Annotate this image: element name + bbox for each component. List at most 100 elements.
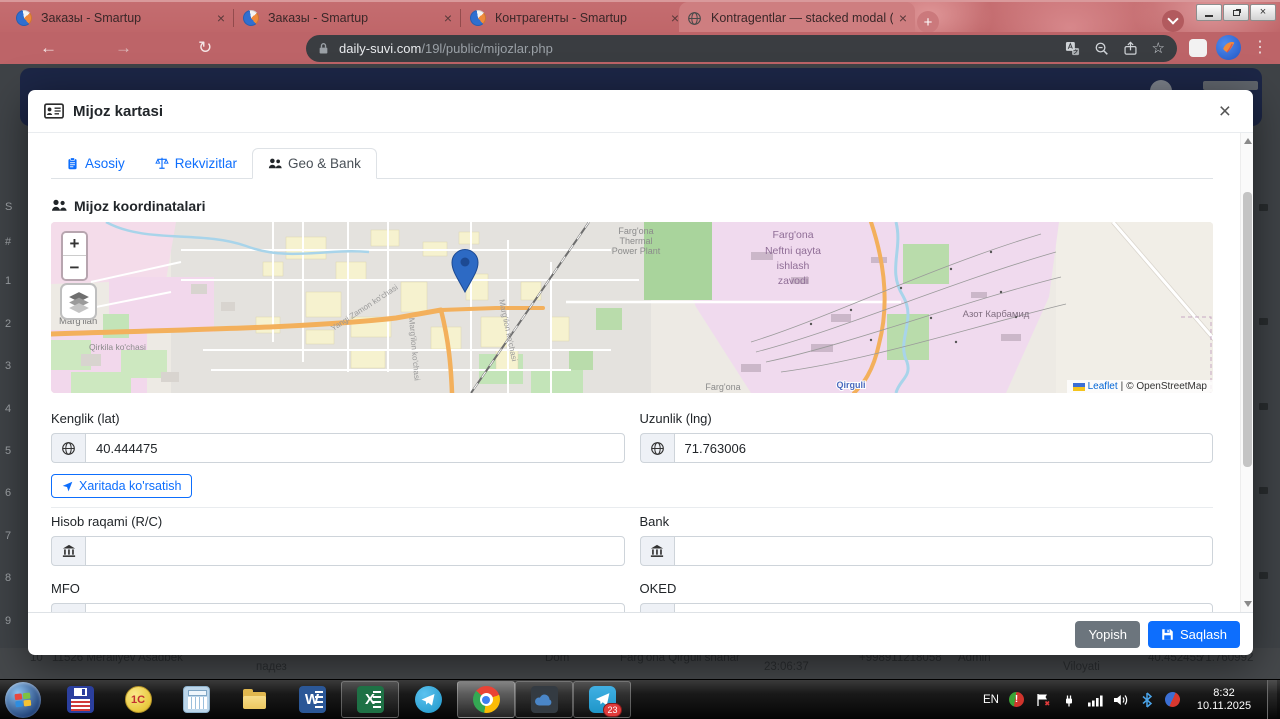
taskbar-telegram[interactable] xyxy=(399,680,457,719)
tab-separator xyxy=(233,9,234,27)
bank-icon xyxy=(639,603,674,612)
bank-input[interactable] xyxy=(673,536,1213,566)
svg-text:Farg'ona: Farg'ona xyxy=(618,226,653,236)
url-bar[interactable]: daily-suvi.com/19l/public/mijozlar.php ☆ xyxy=(306,35,1177,62)
taskbar-cloud-app[interactable] xyxy=(515,681,573,718)
leaflet-map[interactable]: Farg'ona Thermal Power Plant Farg'ona Ne… xyxy=(51,222,1213,393)
tab-close-icon[interactable]: × xyxy=(217,11,225,25)
tab-zakazy-2[interactable]: Заказы - Smartup × xyxy=(235,2,460,34)
map-users-icon xyxy=(51,198,67,214)
volume-icon[interactable] xyxy=(1112,691,1129,708)
show-desktop-button[interactable] xyxy=(1267,679,1277,719)
tab-title: Заказы - Smartup xyxy=(268,11,369,25)
show-on-map-label: Xaritada ko'rsatish xyxy=(79,479,182,493)
tab-close-icon[interactable]: × xyxy=(671,11,679,25)
modal-title: Mijoz kartasi xyxy=(73,102,164,120)
id-card-icon xyxy=(44,103,64,119)
taskbar-calculator[interactable] xyxy=(167,680,225,719)
globe-favicon xyxy=(687,11,702,26)
modal-header: Mijoz kartasi × xyxy=(28,90,1253,133)
url-domain: daily-suvi.com xyxy=(339,41,422,56)
close-button[interactable]: Yopish xyxy=(1075,620,1141,648)
translate-icon[interactable] xyxy=(1065,41,1080,56)
bank-icon xyxy=(51,536,85,566)
new-tab-button[interactable]: + xyxy=(917,11,939,33)
lat-label: Kenglik (lat) xyxy=(51,411,120,426)
alert-icon: ! xyxy=(1009,692,1024,707)
reload-icon[interactable]: ↻ xyxy=(198,37,212,59)
bg-col-label: S xyxy=(5,201,13,213)
profile-avatar[interactable] xyxy=(1216,35,1241,60)
taskbar-excel[interactable]: X xyxy=(341,681,399,718)
lock-icon xyxy=(318,42,329,55)
window-close-button[interactable]: × xyxy=(1250,4,1276,21)
taskbar-telegram-desktop[interactable]: 23 xyxy=(573,681,631,718)
mijoz-kartasi-modal: Mijoz kartasi × Asosiy Rekvizitlar Geo &… xyxy=(28,90,1253,655)
mfo-input[interactable] xyxy=(85,603,625,612)
map-tiles: Farg'ona Thermal Power Plant Farg'ona Ne… xyxy=(51,222,1213,393)
mfo-label: MFO xyxy=(51,581,80,596)
show-on-map-button[interactable]: Xaritada ko'rsatish xyxy=(51,474,193,498)
bg-row-number: 1 xyxy=(5,275,12,287)
zoom-out-button[interactable]: − xyxy=(63,256,86,279)
tab-rekvizitlar[interactable]: Rekvizitlar xyxy=(140,148,252,178)
network-signal-icon[interactable] xyxy=(1086,691,1103,708)
action-center-flag-icon[interactable] xyxy=(1034,691,1051,708)
form-divider xyxy=(51,507,1213,508)
back-icon[interactable]: ← xyxy=(40,37,57,59)
svg-text:zavodi: zavodi xyxy=(778,275,808,287)
map-layers-button[interactable] xyxy=(60,283,97,320)
tab-close-icon[interactable]: × xyxy=(899,11,907,25)
extension-button[interactable] xyxy=(1189,39,1207,57)
bluetooth-icon[interactable] xyxy=(1138,691,1155,708)
account-input[interactable] xyxy=(85,536,625,566)
zoom-in-button[interactable]: + xyxy=(63,233,86,256)
start-button[interactable] xyxy=(5,681,41,718)
modal-scrollbar[interactable] xyxy=(1240,133,1253,612)
tab-close-icon[interactable]: × xyxy=(444,11,452,25)
background-toolbar-item xyxy=(1203,81,1258,90)
tab-kontragenty[interactable]: Контрагенты - Smartup × xyxy=(462,2,687,34)
tab-search-button[interactable] xyxy=(1162,10,1184,32)
forward-icon[interactable]: → xyxy=(115,37,132,59)
zoom-page-icon[interactable] xyxy=(1094,41,1109,56)
antivirus-tray-icon[interactable]: ! xyxy=(1008,691,1025,708)
scroll-down-icon[interactable] xyxy=(1244,601,1252,607)
smartup-favicon xyxy=(470,10,486,26)
tab-asosiy[interactable]: Asosiy xyxy=(51,148,140,178)
window-minimize-button[interactable] xyxy=(1196,4,1222,21)
bookmark-star-icon[interactable]: ☆ xyxy=(1152,39,1165,57)
taskbar-word[interactable]: W xyxy=(283,680,341,719)
taskbar-floppy-app[interactable] xyxy=(51,680,109,719)
power-plug-icon[interactable] xyxy=(1060,691,1077,708)
lat-input[interactable] xyxy=(85,433,625,463)
url-text[interactable]: daily-suvi.com/19l/public/mijozlar.php xyxy=(339,41,553,56)
window-restore-button[interactable] xyxy=(1223,4,1249,21)
tab-geo-bank[interactable]: Geo & Bank xyxy=(252,148,377,179)
tray-app-icon[interactable] xyxy=(1162,689,1183,710)
modal-tab-bar: Asosiy Rekvizitlar Geo & Bank xyxy=(51,148,1213,179)
taskbar-clock[interactable]: 8:32 10.11.2025 xyxy=(1190,687,1258,713)
language-indicator[interactable]: EN xyxy=(983,694,999,706)
oked-input[interactable] xyxy=(673,603,1213,612)
save-button[interactable]: Saqlash xyxy=(1148,620,1240,648)
taskbar-chrome[interactable] xyxy=(457,681,515,718)
leaflet-link[interactable]: Leaflet xyxy=(1088,381,1118,392)
lng-input[interactable] xyxy=(673,433,1213,463)
tab-zakazy-1[interactable]: Заказы - Smartup × xyxy=(8,2,233,34)
share-icon[interactable] xyxy=(1123,41,1138,56)
tab-label: Geo & Bank xyxy=(288,156,361,171)
map-zoom-control: + − xyxy=(61,231,88,281)
taskbar-1c-app[interactable]: 1С xyxy=(109,680,167,719)
scroll-up-icon[interactable] xyxy=(1244,138,1252,144)
tab-kontragentlar-active[interactable]: Kontragentlar — stacked modal ( × xyxy=(679,2,915,34)
map-label-qirkila: Qirkila ko'chasi xyxy=(89,342,146,352)
modal-close-icon[interactable]: × xyxy=(1213,101,1237,122)
browser-menu-icon[interactable]: ⋮ xyxy=(1252,37,1268,57)
svg-text:Power Plant: Power Plant xyxy=(612,246,661,256)
osm-link[interactable]: © OpenStreetMap xyxy=(1126,381,1207,392)
taskbar-file-explorer[interactable] xyxy=(225,680,283,719)
floppy-app-icon xyxy=(66,686,94,713)
scrollbar-thumb[interactable] xyxy=(1243,192,1252,467)
bg-row-number: 3 xyxy=(5,360,12,372)
